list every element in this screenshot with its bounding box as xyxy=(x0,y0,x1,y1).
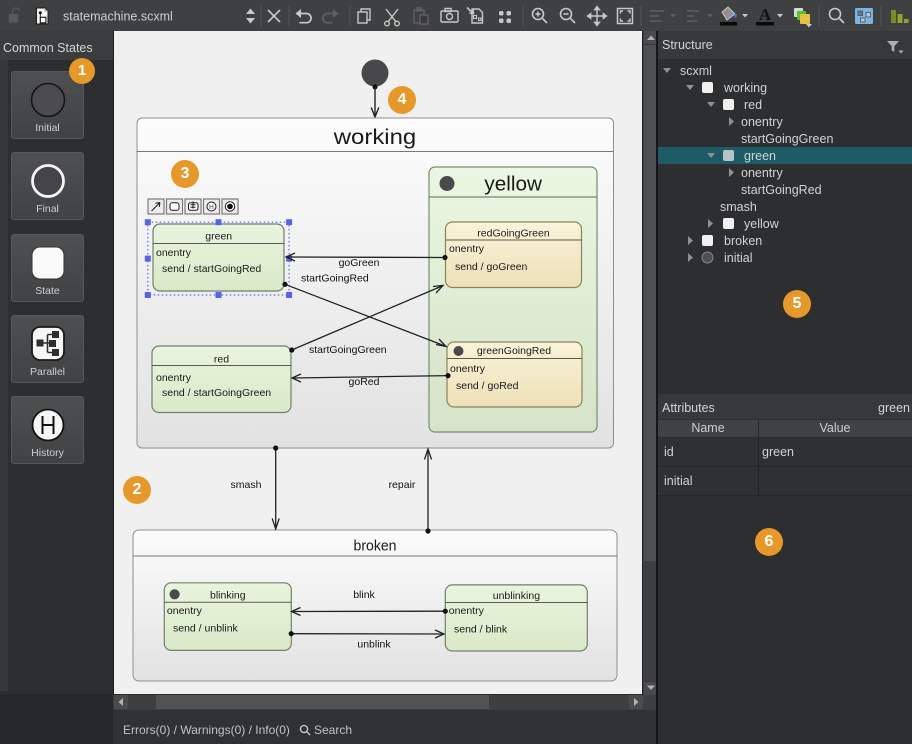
svg-text:goGreen: goGreen xyxy=(339,257,380,269)
svg-text:red: red xyxy=(744,98,762,112)
svg-text:send / goGreen: send / goGreen xyxy=(455,261,528,273)
svg-text:H: H xyxy=(209,204,214,211)
svg-text:onentry: onentry xyxy=(449,605,485,617)
svg-text:smash: smash xyxy=(231,479,262,491)
svg-text:startGoingGreen: startGoingGreen xyxy=(309,344,387,356)
svg-text:send / blink: send / blink xyxy=(454,624,508,636)
svg-text:onentry: onentry xyxy=(450,363,486,375)
svg-text:blinking: blinking xyxy=(210,590,246,602)
svg-text:onentry: onentry xyxy=(167,605,203,617)
svg-text:startGoingGreen: startGoingGreen xyxy=(741,132,833,146)
svg-text:unblinking: unblinking xyxy=(493,590,540,602)
svg-text:yellow: yellow xyxy=(484,174,542,196)
svg-text:goRed: goRed xyxy=(349,376,380,388)
svg-text:broken: broken xyxy=(354,538,397,554)
svg-text:send / goRed: send / goRed xyxy=(456,380,519,392)
svg-text:working: working xyxy=(723,81,767,95)
svg-text:A: A xyxy=(759,5,772,24)
svg-text:broken: broken xyxy=(724,234,762,248)
svg-text:startGoingRed: startGoingRed xyxy=(741,183,822,197)
svg-text:redGoingGreen: redGoingGreen xyxy=(477,228,550,240)
svg-text:startGoingRed: startGoingRed xyxy=(301,273,369,285)
svg-text:working: working xyxy=(333,125,417,149)
svg-text:onentry: onentry xyxy=(449,243,485,255)
svg-text:send / startGoingRed: send / startGoingRed xyxy=(162,263,261,275)
svg-text:onentry: onentry xyxy=(741,166,783,180)
svg-text:greenGoingRed: greenGoingRed xyxy=(477,345,551,357)
svg-text:initial: initial xyxy=(724,251,753,265)
svg-text:onentry: onentry xyxy=(741,115,783,129)
svg-text:onentry: onentry xyxy=(156,372,192,384)
svg-text:unblink: unblink xyxy=(357,639,391,651)
svg-text:send / startGoingGreen: send / startGoingGreen xyxy=(162,387,271,399)
svg-text:onentry: onentry xyxy=(156,247,192,259)
svg-text:scxml: scxml xyxy=(680,64,712,78)
svg-text:red: red xyxy=(214,354,229,366)
svg-text:blink: blink xyxy=(353,589,375,601)
svg-text:repair: repair xyxy=(389,479,416,491)
svg-text:green: green xyxy=(205,231,232,243)
svg-text:statemachine.scxml: statemachine.scxml xyxy=(63,10,173,24)
svg-text:smash: smash xyxy=(720,200,757,214)
svg-text:green: green xyxy=(744,149,776,163)
svg-text:yellow: yellow xyxy=(744,217,780,231)
svg-text:send / unblink: send / unblink xyxy=(173,622,239,634)
